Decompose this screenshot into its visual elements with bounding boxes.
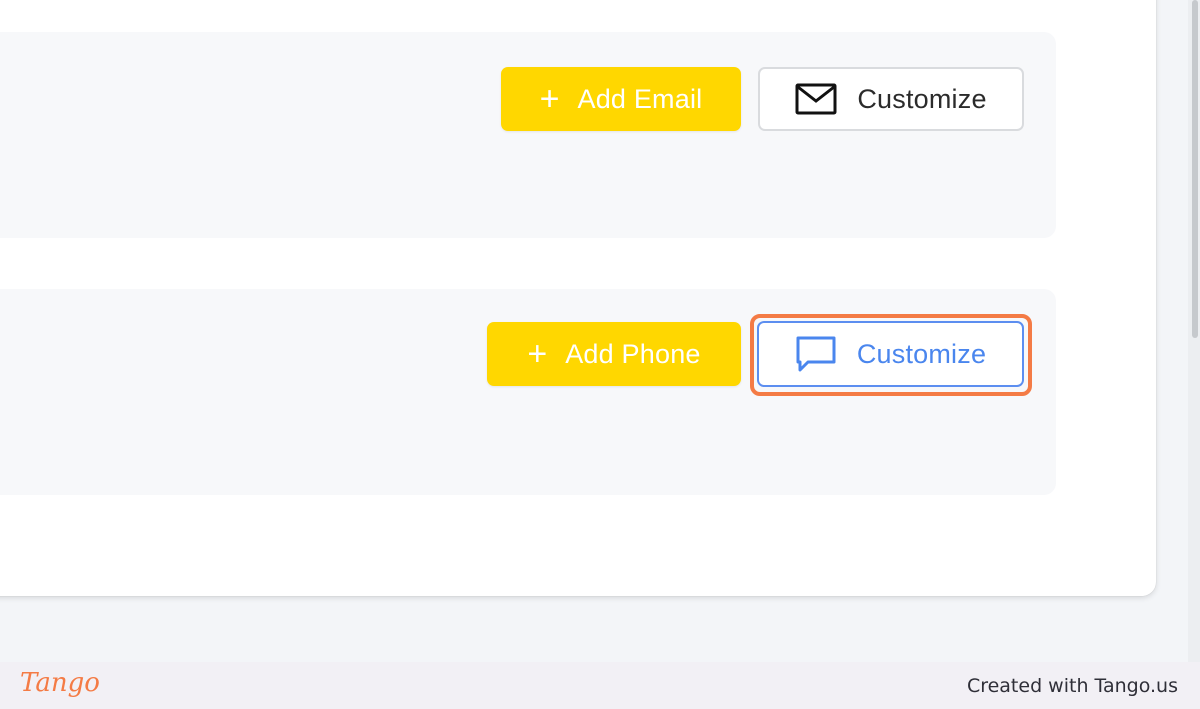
add-phone-button[interactable]: + Add Phone (487, 322, 741, 386)
envelope-icon (795, 83, 837, 115)
email-section (0, 32, 1056, 238)
screen: + Add Email Customize + Add Phone Custom… (0, 0, 1200, 709)
plus-icon: + (539, 80, 560, 118)
scrollbar-thumb[interactable] (1192, 0, 1198, 338)
add-phone-label: Add Phone (565, 338, 701, 369)
add-email-button[interactable]: + Add Email (501, 67, 741, 131)
plus-icon: + (527, 335, 548, 373)
customize-phone-button[interactable]: Customize (757, 321, 1024, 387)
chat-bubble-icon (795, 335, 837, 373)
tango-logo: Tango (20, 668, 100, 698)
customize-phone-label: Customize (856, 338, 987, 369)
add-email-label: Add Email (577, 83, 703, 114)
customize-email-button[interactable]: Customize (758, 67, 1024, 131)
customize-email-label: Customize (857, 83, 987, 114)
footer-credit: Created with Tango.us (966, 675, 1178, 697)
